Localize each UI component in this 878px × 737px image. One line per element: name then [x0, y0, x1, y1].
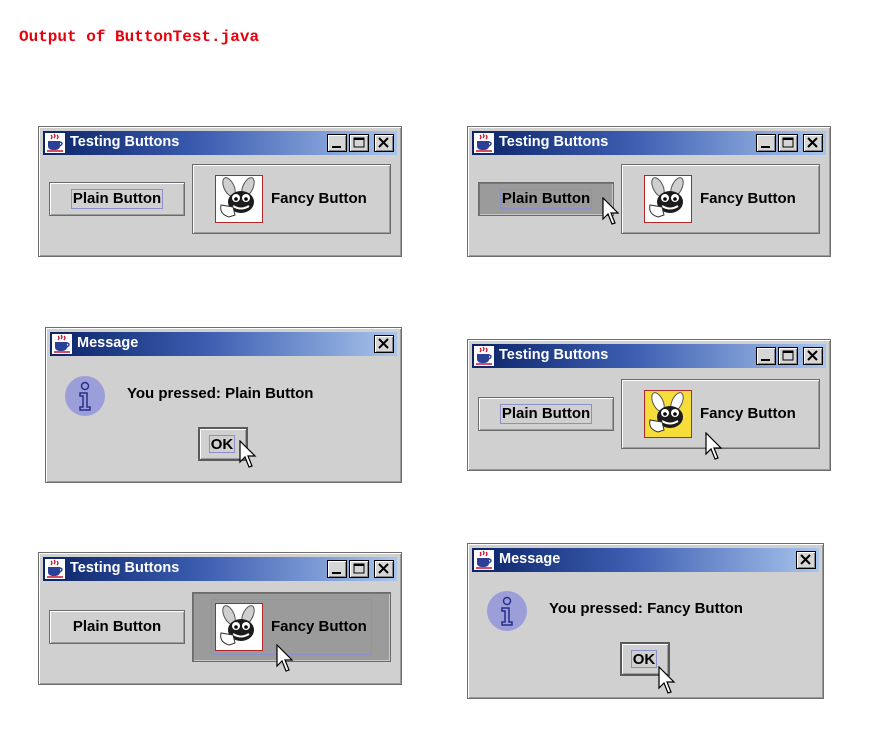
minimize-button[interactable]: [756, 347, 776, 365]
maximize-button[interactable]: [778, 134, 798, 152]
message-dialog-2: Message You pressed: Fancy Button OK: [467, 543, 824, 699]
fancy-button[interactable]: Fancy Button: [621, 164, 820, 234]
minimize-icon: [332, 572, 341, 574]
title-bar[interactable]: Testing Buttons: [472, 344, 826, 368]
testing-buttons-window-4: Testing Buttons Plain Button Fancy Butto…: [38, 552, 402, 685]
close-button[interactable]: [796, 551, 816, 569]
plain-button[interactable]: Plain Button: [478, 397, 614, 431]
testing-buttons-window-3: Testing Buttons Plain Button Fancy Butto…: [467, 339, 831, 471]
fancy-button-label: Fancy Button: [700, 405, 796, 422]
page-caption: Output of ButtonTest.java: [19, 28, 260, 46]
close-button[interactable]: [803, 347, 823, 365]
testing-buttons-window-2: Testing Buttons Plain Button Fancy Butto…: [467, 126, 831, 257]
java-coffee-cup-icon: [474, 133, 494, 153]
close-icon: [378, 563, 389, 574]
minimize-icon: [761, 146, 770, 148]
close-icon: [378, 338, 389, 349]
close-button[interactable]: [374, 560, 394, 578]
fancy-button-label: Fancy Button: [271, 190, 367, 207]
mouse-cursor-icon: [658, 666, 676, 694]
minimize-icon: [761, 359, 770, 361]
mouse-cursor-icon: [276, 644, 294, 672]
window-title: Message: [499, 551, 561, 567]
maximize-icon: [353, 137, 365, 148]
maximize-icon: [782, 137, 794, 148]
maximize-button[interactable]: [349, 560, 369, 578]
title-bar[interactable]: Testing Buttons: [472, 131, 826, 155]
message-text: You pressed: Plain Button: [127, 385, 314, 402]
bug-mascot-icon: [215, 175, 263, 223]
fancy-button[interactable]: Fancy Button: [192, 164, 391, 234]
window-title: Testing Buttons: [70, 134, 180, 150]
window-title: Message: [77, 335, 139, 351]
window-title: Testing Buttons: [70, 560, 180, 576]
title-bar[interactable]: Testing Buttons: [43, 131, 397, 155]
testing-buttons-window-1: Testing Buttons Plain Button Fancy Butto…: [38, 126, 402, 257]
fancy-button-label: Fancy Button: [271, 618, 367, 635]
ok-button-label: OK: [631, 650, 657, 668]
close-icon: [807, 350, 818, 361]
minimize-button[interactable]: [327, 134, 347, 152]
message-text: You pressed: Fancy Button: [549, 600, 743, 617]
plain-button[interactable]: Plain Button: [49, 182, 185, 216]
ok-button-label: OK: [209, 435, 235, 453]
java-coffee-cup-icon: [52, 334, 72, 354]
bug-mascot-icon: [644, 175, 692, 223]
mouse-cursor-icon: [602, 197, 620, 225]
java-coffee-cup-icon: [45, 133, 65, 153]
maximize-icon: [782, 350, 794, 361]
plain-button-label: Plain Button: [72, 618, 162, 635]
java-coffee-cup-icon: [474, 550, 494, 570]
plain-button-label: Plain Button: [499, 404, 593, 424]
close-icon: [807, 137, 818, 148]
mouse-cursor-icon: [705, 432, 723, 460]
minimize-button[interactable]: [756, 134, 776, 152]
info-icon: [65, 376, 105, 416]
minimize-button[interactable]: [327, 560, 347, 578]
close-button[interactable]: [374, 134, 394, 152]
window-title: Testing Buttons: [499, 347, 609, 363]
title-bar[interactable]: Message: [50, 332, 397, 356]
message-dialog-1: Message You pressed: Plain Button OK: [45, 327, 402, 483]
title-bar[interactable]: Message: [472, 548, 819, 572]
bug-mascot-icon: [215, 603, 263, 651]
close-icon: [800, 554, 811, 565]
plain-button-label: Plain Button: [70, 189, 164, 209]
close-icon: [378, 137, 389, 148]
java-coffee-cup-icon: [474, 346, 494, 366]
minimize-icon: [332, 146, 341, 148]
close-button[interactable]: [374, 335, 394, 353]
plain-button-label: Plain Button: [499, 189, 593, 209]
bug-mascot-icon: [644, 390, 692, 438]
maximize-icon: [353, 563, 365, 574]
plain-button[interactable]: Plain Button: [49, 610, 185, 644]
window-title: Testing Buttons: [499, 134, 609, 150]
java-coffee-cup-icon: [45, 559, 65, 579]
close-button[interactable]: [803, 134, 823, 152]
plain-button[interactable]: Plain Button: [478, 182, 614, 216]
maximize-button[interactable]: [778, 347, 798, 365]
mouse-cursor-icon: [239, 440, 257, 468]
fancy-button-label: Fancy Button: [700, 190, 796, 207]
title-bar[interactable]: Testing Buttons: [43, 557, 397, 581]
maximize-button[interactable]: [349, 134, 369, 152]
info-icon: [487, 591, 527, 631]
